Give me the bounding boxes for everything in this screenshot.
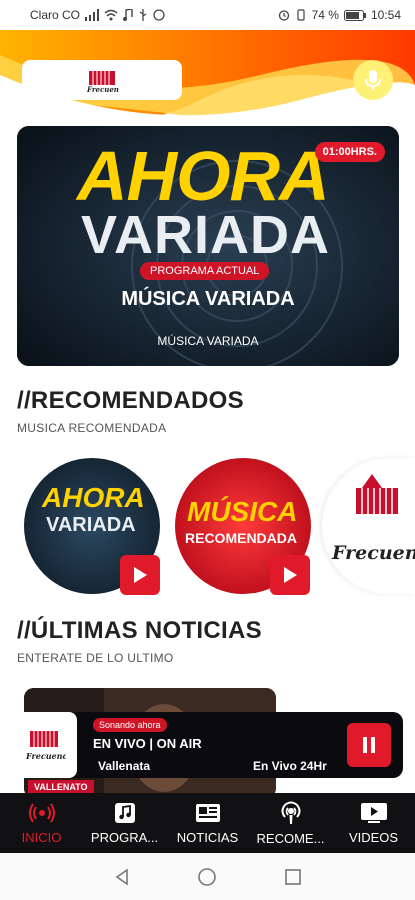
- now-playing-badge: Sonando ahora: [93, 718, 167, 732]
- play-icon: [284, 567, 297, 583]
- nav-item-videos[interactable]: VIDEOS: [332, 793, 415, 853]
- newspaper-icon: [195, 803, 220, 822]
- voice-search-button[interactable]: [353, 60, 393, 100]
- svg-text:Frecuencia: Frecuencia: [86, 85, 119, 93]
- video-icon: [360, 802, 387, 823]
- play-button[interactable]: [270, 555, 310, 595]
- station-logo[interactable]: Frecuencia: [22, 60, 182, 100]
- alarm-icon: [278, 10, 289, 21]
- nav-label: VIDEOS: [348, 829, 399, 845]
- recommended-section-subtitle: MUSICA RECOMENDADA: [17, 421, 167, 435]
- player-thumbnail: Frecuencia: [11, 712, 77, 778]
- recents-icon[interactable]: [284, 868, 302, 886]
- recommended-item-frecuencia[interactable]: Frecuencia: [322, 458, 415, 594]
- news-section-subtitle: ENTERATE DE LO ULTIMO: [17, 651, 174, 665]
- podcast-icon: [281, 801, 300, 824]
- play-button[interactable]: [120, 555, 160, 595]
- system-navigation-bar: [0, 853, 415, 900]
- rec-item-line2: RECOMENDADA: [185, 530, 297, 546]
- clock-label: 10:54: [370, 8, 401, 22]
- nav-item-recomendados[interactable]: RECOME...: [249, 793, 332, 853]
- play-icon: [134, 567, 147, 583]
- rec-item-line1: AHORA: [42, 482, 145, 513]
- player-title: EN VIVO | ON AIR: [93, 736, 202, 751]
- accordion-logo-icon: [356, 474, 398, 514]
- status-bar: Claro CO 74 % 10:54: [0, 0, 415, 30]
- player-live-label: En Vivo 24Hr: [253, 759, 327, 773]
- current-program-card[interactable]: AHORA VARIADA 01:00HRS. PROGRAMA ACTUAL …: [17, 126, 399, 366]
- nav-label: NOTICIAS: [176, 829, 239, 845]
- recommended-section-title: //RECOMENDADOS: [17, 387, 244, 414]
- news-section-title: //ÚLTIMAS NOTICIAS: [17, 617, 262, 644]
- mini-player[interactable]: Frecuencia Sonando ahora EN VIVO | ON AI…: [11, 712, 403, 778]
- signal-icon: [85, 9, 100, 21]
- program-art-line2: VARIADA: [81, 205, 330, 265]
- mic-icon: [365, 70, 381, 90]
- accordion-logo-icon: Frecuencia: [86, 71, 119, 93]
- nav-label: PROGRA...: [90, 829, 159, 845]
- program-title: MÚSICA VARIADA: [121, 288, 295, 310]
- whatsapp-icon: [153, 9, 165, 21]
- vibrate-icon: [297, 9, 305, 21]
- rec-item-line1: MÚSICA: [187, 496, 298, 527]
- radio-icon: [28, 802, 55, 823]
- carrier-label: Claro CO: [30, 8, 81, 22]
- bottom-navigation: INICIO PROGRA... NOTICIAS RECOME... VIDE…: [0, 793, 415, 853]
- back-icon[interactable]: [113, 867, 131, 886]
- news-card-tag: VALLENATO: [28, 780, 94, 794]
- pause-icon: [363, 737, 375, 753]
- status-right: 74 % 10:54: [278, 8, 401, 22]
- battery-label: 74 %: [311, 8, 339, 22]
- wifi-icon: [104, 9, 118, 21]
- music-note-icon: [114, 802, 135, 823]
- battery-icon: [343, 9, 366, 21]
- program-time-badge: 01:00HRS.: [314, 142, 385, 162]
- pause-button[interactable]: [347, 723, 391, 767]
- music-note-status-icon: [123, 9, 133, 21]
- program-subtitle: MÚSICA VARIADA: [157, 334, 259, 348]
- current-program-label: PROGRAMA ACTUAL: [140, 262, 270, 280]
- home-icon[interactable]: [197, 867, 217, 887]
- player-genre: Vallenata: [98, 759, 151, 773]
- status-left: Claro CO: [30, 8, 165, 22]
- nav-label: RECOME...: [256, 830, 325, 846]
- accordion-logo-icon: Frecuencia: [25, 731, 66, 761]
- nav-item-programas[interactable]: PROGRA...: [83, 793, 166, 853]
- nav-item-inicio[interactable]: INICIO: [0, 793, 83, 853]
- svg-text:Frecuencia: Frecuencia: [25, 751, 66, 761]
- rec-item-line2: VARIADA: [46, 514, 136, 536]
- rec-item-line1: Frecuencia: [332, 542, 415, 564]
- nav-item-noticias[interactable]: NOTICIAS: [166, 793, 249, 853]
- usb-icon: [139, 9, 147, 21]
- nav-label: INICIO: [21, 829, 62, 845]
